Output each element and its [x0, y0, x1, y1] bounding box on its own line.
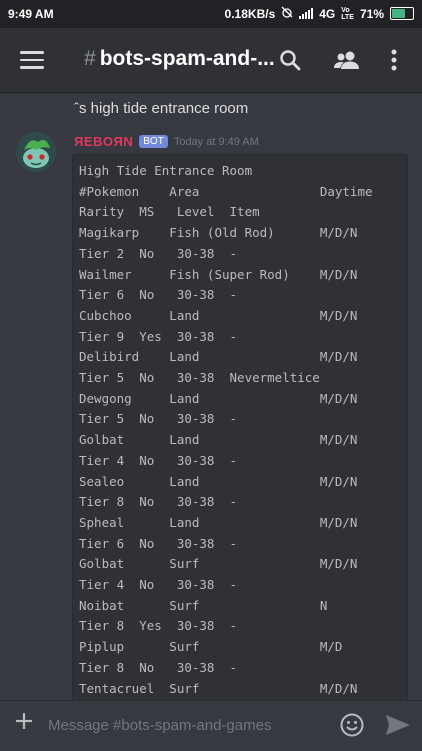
- code-line: Cubchoo Land M/D/N: [79, 307, 358, 323]
- code-line: Wailmer Fish (Super Rod) M/D/N: [79, 266, 358, 282]
- username[interactable]: ЯEBOЯN: [74, 134, 133, 149]
- message-input[interactable]: Message #bots-spam-and-games: [48, 717, 271, 734]
- net-speed: 0.18KB/s: [224, 6, 276, 21]
- network-type: 4G: [319, 6, 336, 21]
- volte-icon: Vo LTE: [341, 6, 354, 21]
- code-line: Tier 5 No 30-38 -: [79, 411, 238, 427]
- code-line: #Pokemon Area Daytime: [79, 183, 373, 199]
- code-line: Magikarp Fish (Old Rod) M/D/N: [79, 225, 358, 241]
- code-line: Tier 2 No 30-38 -: [79, 245, 238, 261]
- overflow-menu-icon[interactable]: [390, 48, 398, 77]
- battery-icon: [390, 7, 414, 20]
- code-line: Tier 6 No 30-38 -: [79, 287, 238, 303]
- message-header: ЯEBOЯN BOT Today at 9:49 AM: [74, 134, 259, 149]
- code-line: Spheal Land M/D/N: [79, 514, 358, 530]
- add-attachment-icon[interactable]: [14, 711, 34, 731]
- bot-badge: BOT: [139, 135, 168, 148]
- code-line: Piplup Surf M/D: [79, 639, 343, 655]
- hash-icon: #: [84, 47, 96, 70]
- code-line: Tier 4 No 30-38 -: [79, 452, 238, 468]
- status-time: 9:49 AM: [8, 7, 54, 21]
- code-line: Rarity MS Level Item: [79, 204, 260, 220]
- signal-icon: [299, 8, 314, 19]
- channel-header: # bots-spam-and-...: [0, 28, 422, 93]
- channel-title: # bots-spam-and-...: [84, 47, 275, 71]
- code-line: Tier 4 No 30-38 -: [79, 577, 238, 592]
- message-list[interactable]: ˆs high tide entrance room ЯEBOЯN BOT To…: [0, 92, 422, 700]
- code-line: Delibird Land M/D/N: [79, 349, 358, 365]
- code-line: Tier 5 No 30-38 Nevermeltice: [79, 370, 320, 385]
- timestamp: Today at 9:49 AM: [173, 135, 259, 148]
- code-line: High Tide Entrance Room: [79, 163, 253, 178]
- battery-percent: 71%: [359, 6, 384, 21]
- code-line: Sealeo Land M/D/N: [79, 473, 358, 489]
- emoji-icon[interactable]: [339, 712, 365, 743]
- members-icon[interactable]: [333, 48, 361, 77]
- menu-icon[interactable]: [20, 51, 44, 69]
- code-line: Tier 9 Yes 30-38 -: [79, 328, 238, 344]
- code-line: Tentacruel Surf M/D/N: [79, 680, 358, 696]
- status-icons: 0.18KB/s 4G Vo LTE 71%: [225, 6, 414, 21]
- code-line: Noibat Surf N: [79, 597, 328, 613]
- code-line: Dewgong Land M/D/N: [79, 390, 358, 406]
- status-bar: 9:49 AM 0.18KB/s 4G Vo LTE 71%: [0, 0, 422, 28]
- code-line: Tier 8 No 30-38 -: [79, 494, 238, 510]
- previous-message-text: ˆs high tide entrance room: [74, 100, 249, 117]
- code-line: Golbat Surf M/D/N: [79, 556, 358, 572]
- code-line: Tier 8 No 30-38 -: [79, 659, 238, 675]
- code-block: High Tide Entrance Room #Pokemon Area Day…: [72, 154, 408, 700]
- channel-name: bots-spam-and-...: [99, 47, 275, 70]
- alarm-off-icon: [281, 6, 293, 21]
- send-icon[interactable]: [385, 714, 411, 741]
- bulbasaur-avatar-icon: [16, 132, 56, 172]
- search-icon[interactable]: [278, 48, 302, 77]
- code-line: Tier 8 Yes 30-38 -: [79, 618, 238, 634]
- avatar[interactable]: [16, 132, 56, 172]
- code-line: Tier 6 No 30-38 -: [79, 535, 238, 551]
- message-composer: Message #bots-spam-and-games: [0, 700, 422, 751]
- code-line: Golbat Land M/D/N: [79, 432, 358, 448]
